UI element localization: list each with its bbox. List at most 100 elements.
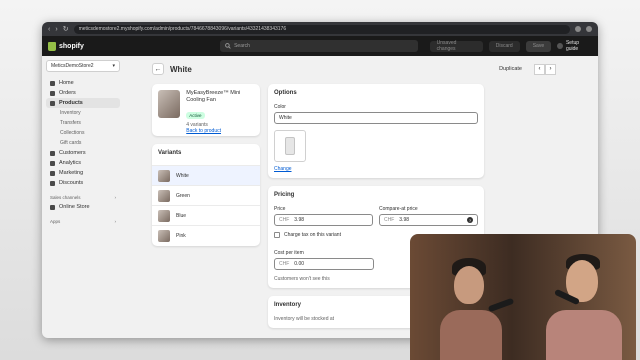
unsaved-changes-indicator: Unsaved changes xyxy=(429,40,483,52)
shopify-bag-icon xyxy=(48,41,56,51)
sidebar-item-label: Marketing xyxy=(59,170,84,176)
variant-row-blue[interactable]: Blue xyxy=(152,206,260,226)
sidebar-subitem-collections[interactable]: Collections xyxy=(46,128,120,138)
back-to-product-link[interactable]: Back to product xyxy=(186,128,254,134)
change-image-link[interactable]: Change xyxy=(274,166,478,172)
discard-button[interactable]: Discard xyxy=(488,40,520,52)
back-button[interactable]: ← xyxy=(152,63,164,75)
next-variant-button[interactable]: › xyxy=(545,63,556,75)
price-field[interactable]: CHF 3.98 xyxy=(274,214,373,226)
forward-arrow-icon[interactable]: › xyxy=(55,26,57,33)
price-value: 3.98 xyxy=(294,217,305,223)
currency-prefix: CHF xyxy=(384,217,395,223)
left-column: MyEasyBreeze™ Mini Cooling Fan Active 4 … xyxy=(152,84,260,336)
sidebar: MeticsDemoStore2 ▾ Home Orders Products … xyxy=(42,56,124,338)
presenter-right xyxy=(540,254,626,360)
save-button[interactable]: Save xyxy=(525,40,552,52)
cost-field[interactable]: CHF 0.00 xyxy=(274,258,374,270)
arrow-left-icon: ← xyxy=(154,65,162,73)
sidebar-item-online-store[interactable]: Online Store xyxy=(46,202,120,212)
search-icon xyxy=(225,43,231,49)
tag-icon xyxy=(50,100,55,106)
chevron-right-icon: › xyxy=(114,219,117,224)
variant-thumbnail xyxy=(158,230,170,242)
presenter-left xyxy=(436,258,515,360)
chevron-right-icon: › xyxy=(549,66,552,72)
chevron-right-icon: › xyxy=(114,195,117,200)
setup-guide-button[interactable]: Setup guide xyxy=(557,40,592,52)
page-header: ← White Duplicate ‹ › xyxy=(152,62,556,76)
profile-icon[interactable] xyxy=(586,26,592,32)
orders-icon xyxy=(50,90,55,96)
checkbox-box xyxy=(274,232,280,238)
variant-row-pink[interactable]: Pink xyxy=(152,226,260,246)
variant-image-slot[interactable] xyxy=(274,130,306,162)
variant-pager: ‹ › xyxy=(534,63,556,75)
cost-value: 0.00 xyxy=(294,261,305,267)
product-name: MyEasyBreeze™ Mini Cooling Fan xyxy=(186,90,241,103)
sidebar-item-label: Customers xyxy=(59,150,86,156)
variant-label: Blue xyxy=(176,212,187,219)
price-row: Price CHF 3.98 Compare-at price CHF 3.98… xyxy=(274,206,478,232)
sidebar-item-label: Analytics xyxy=(59,160,82,166)
discount-icon xyxy=(50,180,55,186)
sales-channels-header[interactable]: Sales channels › xyxy=(46,193,120,202)
compare-price-label: Compare-at price xyxy=(379,206,418,212)
microphone-icon xyxy=(487,297,515,313)
chevron-down-icon: ▾ xyxy=(112,63,115,69)
extension-icon[interactable] xyxy=(575,26,581,32)
sidebar-item-analytics[interactable]: Analytics xyxy=(46,158,120,168)
variant-thumbnail xyxy=(158,169,170,182)
address-bar[interactable]: meticsdemostore2.myshopify.com/admin/pro… xyxy=(73,24,570,34)
sidebar-item-discounts[interactable]: Discounts xyxy=(46,178,120,188)
setup-guide-label: Setup guide xyxy=(565,40,580,52)
sidebar-item-orders[interactable]: Orders xyxy=(46,88,120,98)
sidebar-item-customers[interactable]: Customers xyxy=(46,148,120,158)
sidebar-item-products[interactable]: Products xyxy=(46,98,120,108)
target-icon xyxy=(50,170,55,176)
options-card: Options Color White Change xyxy=(268,84,484,178)
previous-variant-button[interactable]: ‹ xyxy=(534,63,545,75)
compare-price-field[interactable]: CHF 3.98 ? xyxy=(379,214,478,226)
sidebar-subitem-inventory[interactable]: Inventory xyxy=(46,108,120,118)
currency-prefix: CHF xyxy=(279,217,290,223)
presenter-torso xyxy=(440,310,502,360)
color-field[interactable]: White xyxy=(274,112,478,124)
help-icon[interactable]: ? xyxy=(467,217,473,223)
variant-row-white[interactable]: White xyxy=(152,166,260,186)
sales-channels-label: Sales channels xyxy=(50,195,81,200)
sidebar-item-home[interactable]: Home xyxy=(46,78,120,88)
sidebar-subitem-gift-cards[interactable]: Gift cards xyxy=(46,138,120,148)
search-input[interactable]: Search xyxy=(220,40,418,52)
setup-guide-icon xyxy=(557,43,563,49)
duplicate-button[interactable]: Duplicate xyxy=(499,66,522,72)
home-icon xyxy=(50,80,55,86)
sidebar-subitem-transfers[interactable]: Transfers xyxy=(46,118,120,128)
price-label: Price xyxy=(274,206,286,212)
product-image xyxy=(158,90,181,118)
store-selector[interactable]: MeticsDemoStore2 ▾ xyxy=(46,60,120,72)
pricing-heading: Pricing xyxy=(274,192,295,198)
product-info: MyEasyBreeze™ Mini Cooling Fan Active 4 … xyxy=(186,90,254,134)
variants-card: Variants White Green Blue Pink xyxy=(152,144,260,246)
presenter-face xyxy=(454,266,484,304)
variant-label: White xyxy=(176,172,189,179)
back-arrow-icon[interactable]: ‹ xyxy=(48,26,50,33)
sidebar-item-marketing[interactable]: Marketing xyxy=(46,168,120,178)
chart-icon xyxy=(50,160,55,166)
variant-row-green[interactable]: Green xyxy=(152,186,260,206)
reload-icon[interactable]: ↻ xyxy=(63,25,69,33)
sidebar-item-label: Products xyxy=(59,100,83,106)
apps-header[interactable]: Apps › xyxy=(46,217,120,226)
product-summary-card: MyEasyBreeze™ Mini Cooling Fan Active 4 … xyxy=(152,84,260,136)
shopify-logo[interactable]: shopify xyxy=(48,41,214,51)
sidebar-item-label: Discounts xyxy=(59,180,84,186)
charge-tax-label: Charge tax on this variant xyxy=(284,232,341,238)
compare-price-value: 3.98 xyxy=(399,217,410,223)
sidebar-item-label: Home xyxy=(59,80,74,86)
price-group: Price CHF 3.98 xyxy=(274,206,373,232)
sidebar-item-label: Online Store xyxy=(59,204,90,210)
brand-name: shopify xyxy=(59,42,84,50)
apps-label: Apps xyxy=(50,219,61,224)
variant-label: Pink xyxy=(176,233,186,239)
